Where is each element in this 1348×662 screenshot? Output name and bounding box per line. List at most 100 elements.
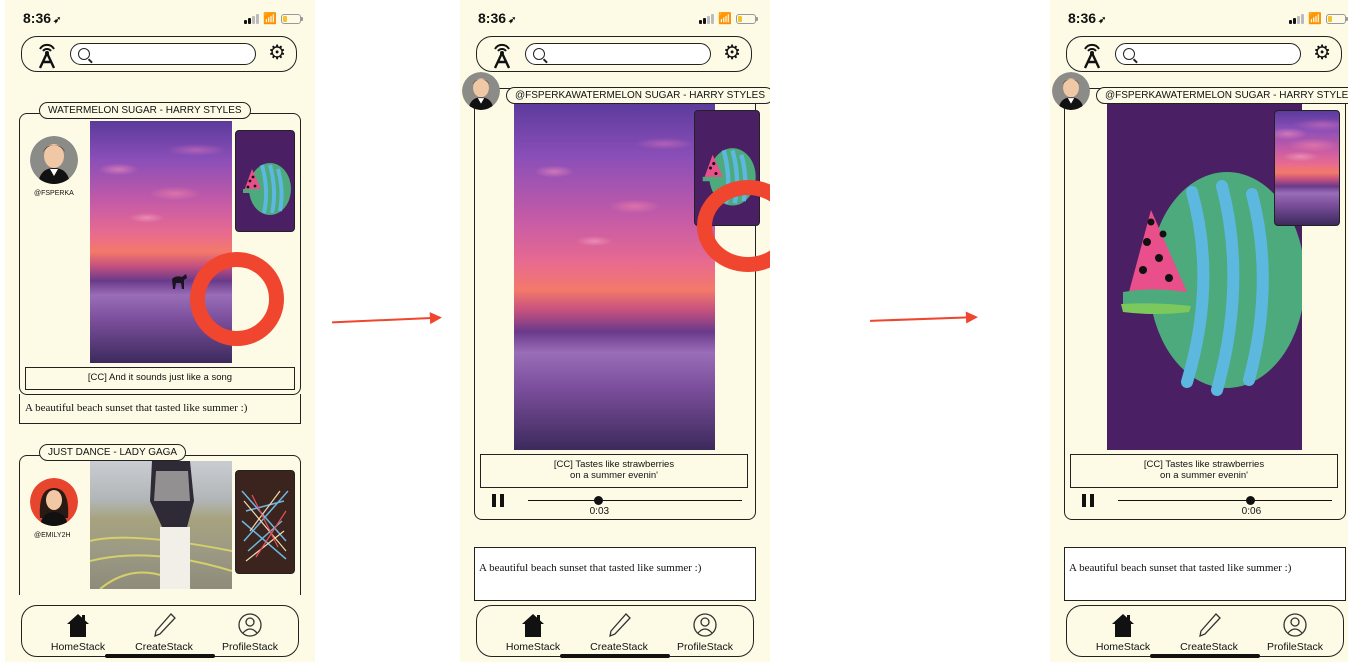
pencil-icon: [609, 613, 631, 638]
status-bar: 8:36 ➶ 📶: [460, 10, 770, 30]
home-icon: [1112, 614, 1134, 637]
antenna-icon[interactable]: [36, 41, 58, 69]
profile-icon: [238, 613, 262, 637]
search-icon: [1123, 48, 1135, 60]
user-handle[interactable]: @FSPERKA: [34, 190, 74, 197]
home-indicator: [105, 654, 215, 658]
pencil-icon: [1199, 613, 1221, 638]
tab-label: HomeStack: [50, 641, 106, 653]
signal-icon: [699, 13, 715, 24]
song-tag[interactable]: JUST DANCE - LADY GAGA: [39, 444, 187, 461]
post-photo[interactable]: [90, 461, 232, 589]
status-time: 8:36 ➶: [478, 10, 517, 26]
top-bar: ⚙: [476, 36, 752, 72]
post-card[interactable]: @EMILY2H: [19, 455, 301, 595]
tap-indicator-ring: [190, 252, 284, 346]
avatar[interactable]: [30, 478, 78, 526]
antenna-icon[interactable]: [491, 41, 513, 69]
flow-arrow: [869, 316, 977, 322]
user-handle[interactable]: @EMILY2H: [34, 532, 71, 539]
tab-homestack[interactable]: HomeStack: [38, 612, 118, 653]
tab-label: CreateStack: [1180, 641, 1238, 653]
home-indicator: [560, 654, 670, 658]
closed-caption: [CC] And it sounds just like a song: [25, 367, 295, 390]
phone-sticker-screen: 8:36 ➶ 📶 ⚙ @FSPERKAWATERMELON SUGAR - HAR…: [1050, 0, 1348, 662]
sticker-fullview[interactable]: [1107, 102, 1302, 450]
tab-label: ProfileStack: [221, 641, 279, 653]
progress-track[interactable]: [1118, 500, 1332, 502]
profile-icon: [1283, 613, 1307, 637]
elapsed-time: 0:06: [1241, 506, 1262, 517]
search-input[interactable]: [525, 43, 711, 65]
pause-icon[interactable]: [1082, 494, 1094, 507]
battery-icon: [1326, 13, 1348, 24]
progress-knob[interactable]: [1246, 496, 1256, 505]
search-icon: [533, 48, 545, 60]
status-time: 8:36 ➶: [23, 10, 62, 26]
tab-label: CreateStack: [590, 641, 648, 653]
tab-profilestack[interactable]: ProfileStack: [665, 612, 745, 653]
tab-profilestack[interactable]: ProfileStack: [1255, 612, 1335, 653]
wifi-icon: 📶: [263, 13, 277, 25]
post-description: A beautiful beach sunset that tasted lik…: [474, 547, 756, 601]
tab-profilestack[interactable]: ProfileStack: [210, 612, 290, 653]
post-photo[interactable]: [514, 102, 715, 450]
playback-controls: 0:06: [1082, 490, 1332, 517]
avatar[interactable]: [30, 136, 78, 184]
gear-icon[interactable]: ⚙: [268, 43, 286, 63]
sticker-thumbnail[interactable]: [235, 130, 295, 232]
post-card[interactable]: @FSPERKA [CC] And it sounds just like a …: [19, 113, 301, 395]
bottom-tab-bar: HomeStack CreateStack ProfileStack: [476, 605, 754, 657]
status-time: 8:36 ➶: [1068, 10, 1107, 26]
wifi-icon: 📶: [1308, 13, 1322, 25]
home-indicator: [1150, 654, 1260, 658]
pencil-icon: [154, 613, 176, 638]
tab-createstack[interactable]: CreateStack: [579, 612, 659, 653]
pause-icon[interactable]: [492, 494, 504, 507]
wifi-icon: 📶: [718, 13, 732, 25]
closed-caption: [CC] Tastes like strawberries on a summer…: [1070, 454, 1338, 488]
search-icon: [78, 48, 90, 60]
tab-createstack[interactable]: CreateStack: [124, 612, 204, 653]
progress-track[interactable]: [528, 500, 742, 502]
dog-silhouette: [172, 274, 187, 289]
song-tag[interactable]: WATERMELON SUGAR - HARRY STYLES: [39, 102, 251, 119]
home-icon: [67, 614, 89, 637]
bottom-tab-bar: HomeStack CreateStack ProfileStack: [21, 605, 299, 657]
gear-icon[interactable]: ⚙: [723, 43, 741, 63]
closed-caption: [CC] Tastes like strawberries on a summer…: [480, 454, 748, 488]
avatar[interactable]: [462, 72, 500, 110]
player-header[interactable]: @FSPERKAWATERMELON SUGAR - HARRY STYLES: [506, 87, 770, 104]
gear-icon[interactable]: ⚙: [1313, 43, 1331, 63]
search-input[interactable]: [1115, 43, 1301, 65]
tab-label: ProfileStack: [676, 641, 734, 653]
progress-knob[interactable]: [594, 496, 604, 505]
description-frame: [19, 394, 301, 424]
avatar[interactable]: [1052, 72, 1090, 110]
top-bar: ⚙: [1066, 36, 1342, 72]
tab-label: HomeStack: [1095, 641, 1151, 653]
tab-homestack[interactable]: HomeStack: [493, 612, 573, 653]
status-bar: 8:36 ➶ 📶: [5, 10, 315, 30]
tab-createstack[interactable]: CreateStack: [1169, 612, 1249, 653]
battery-icon: [281, 13, 303, 24]
battery-icon: [736, 13, 758, 24]
status-bar: 8:36 ➶ 📶: [1050, 10, 1348, 30]
phone-player-screen: 8:36 ➶ 📶 ⚙ @FSPERKAWATERMELON SUGAR - HAR…: [460, 0, 770, 662]
flow-arrow: [332, 316, 440, 324]
signal-icon: [244, 13, 260, 24]
tab-label: CreateStack: [135, 641, 193, 653]
tab-label: HomeStack: [505, 641, 561, 653]
home-icon: [522, 614, 544, 637]
player-header[interactable]: @FSPERKAWATERMELON SUGAR - HARRY STYLES: [1096, 87, 1348, 104]
playback-controls: 0:03: [492, 490, 742, 517]
tab-homestack[interactable]: HomeStack: [1083, 612, 1163, 653]
search-input[interactable]: [70, 43, 256, 65]
profile-icon: [693, 613, 717, 637]
antenna-icon[interactable]: [1081, 41, 1103, 69]
bottom-tab-bar: HomeStack CreateStack ProfileStack: [1066, 605, 1344, 657]
signal-icon: [1289, 13, 1305, 24]
sticker-thumbnail[interactable]: [235, 470, 295, 574]
elapsed-time: 0:03: [589, 506, 610, 517]
photo-thumbnail[interactable]: [1274, 110, 1340, 226]
